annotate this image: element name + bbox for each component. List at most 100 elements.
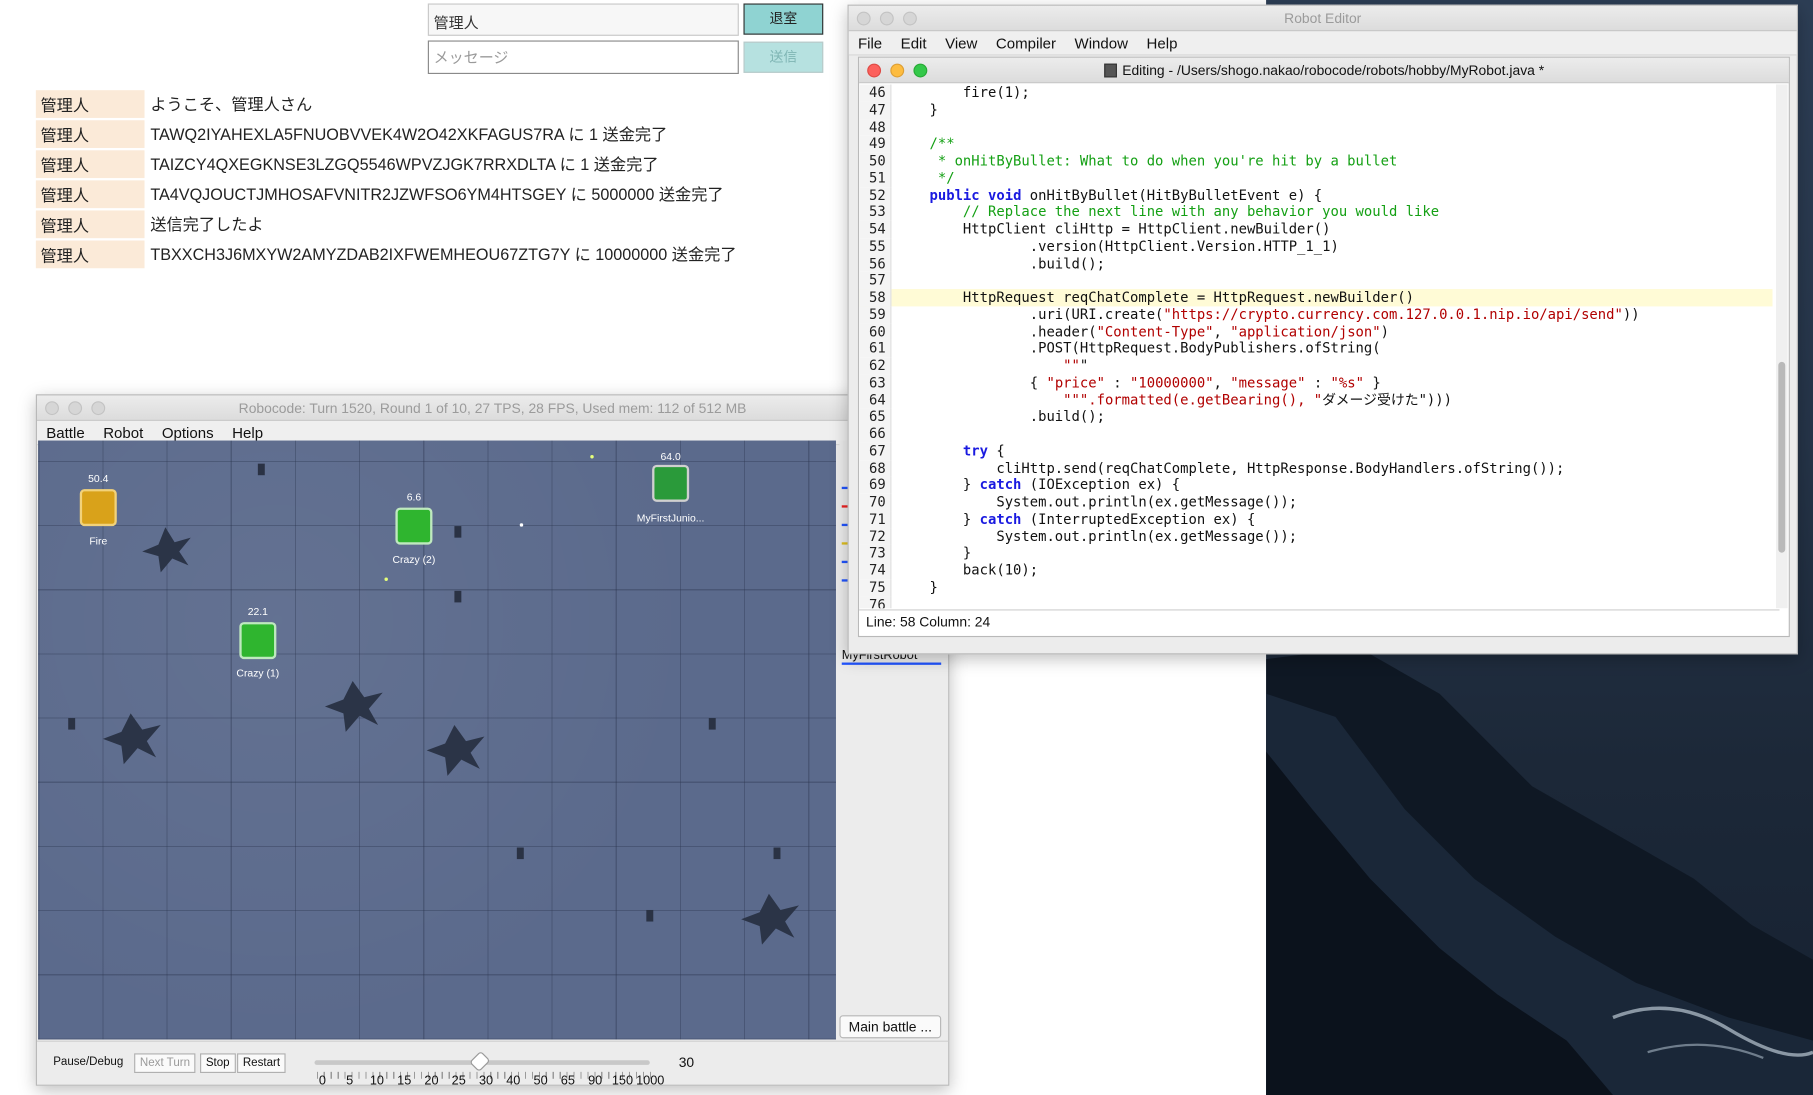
chat-text: TAWQ2IYAHEXLA5FNUOBVVEK4W2O42XKFAGUS7RA …: [150, 124, 668, 144]
code-text: }: [896, 101, 938, 118]
line-number: 72: [859, 527, 892, 545]
main-battle-button[interactable]: Main battle ...: [839, 1015, 942, 1039]
restart-button[interactable]: Restart: [237, 1053, 286, 1073]
tick-label: 40: [506, 1074, 521, 1086]
close-icon[interactable]: [867, 63, 882, 78]
code-line[interactable]: 59 .uri(URI.create("https://crypto.curre…: [859, 306, 1772, 324]
pause-debug-button[interactable]: Pause/Debug: [49, 1053, 128, 1073]
code-line[interactable]: 66: [859, 425, 1772, 443]
menu-edit[interactable]: Edit: [891, 34, 935, 51]
code-line[interactable]: 72 System.out.println(ex.getMessage());: [859, 527, 1772, 545]
editor-titlebar[interactable]: Robot Editor: [848, 5, 1797, 32]
line-number: 56: [859, 254, 892, 273]
code-text: .POST(HttpRequest.BodyPublishers.ofStrin…: [896, 340, 1381, 357]
code-line[interactable]: 64 """.formatted(e.getBearing(), "ダメージ受け…: [859, 391, 1772, 409]
code-line[interactable]: 65 .build();: [859, 408, 1772, 426]
code-line[interactable]: 76: [859, 596, 1772, 609]
code-line[interactable]: 46 fire(1);: [859, 84, 1772, 102]
message-input[interactable]: [427, 40, 739, 74]
username-field[interactable]: 管理人: [427, 3, 739, 36]
line-number: 49: [859, 135, 892, 153]
tps-slider-thumb[interactable]: [469, 1050, 491, 1073]
menu-robot[interactable]: Robot: [94, 424, 153, 441]
zoom-icon[interactable]: [913, 63, 928, 78]
code-line[interactable]: 75 }: [859, 578, 1772, 597]
menu-help[interactable]: Help: [223, 424, 272, 441]
code-text: HttpClient cliHttp = HttpClient.newBuild…: [896, 220, 1331, 238]
code-line[interactable]: 57: [859, 272, 1772, 290]
line-number: 52: [859, 186, 892, 204]
menu-battle[interactable]: Battle: [37, 424, 94, 441]
chat-text: ようこそ、管理人さん: [150, 94, 313, 114]
code-line[interactable]: 48: [859, 118, 1772, 136]
next-turn-button[interactable]: Next Turn: [134, 1053, 196, 1073]
menu-window[interactable]: Window: [1065, 34, 1137, 51]
leave-button[interactable]: 退室: [743, 3, 824, 35]
chat-text: TAIZCY4QXEGKNSE3LZGQ5546WPVZJGK7RRXDLTA …: [150, 154, 659, 174]
menu-file[interactable]: File: [849, 34, 892, 51]
code-line[interactable]: 74 back(10);: [859, 561, 1772, 579]
code-line[interactable]: 47 }: [859, 101, 1772, 119]
line-number: 58: [859, 289, 892, 307]
chat-message: 管理人 TAIZCY4QXEGKNSE3LZGQ5546WPVZJGK7RRXD…: [35, 149, 845, 179]
robocode-title: Robocode: Turn 1520, Round 1 of 10, 27 T…: [238, 400, 747, 417]
code-line[interactable]: 53 // Replace the next line with any beh…: [859, 203, 1772, 221]
code-line[interactable]: 50 * onHitByBullet: What to do when you'…: [859, 152, 1772, 170]
code-line[interactable]: 56 .build();: [859, 254, 1772, 273]
line-number: 64: [859, 391, 892, 409]
code-line[interactable]: 73 }: [859, 544, 1772, 562]
zoom-icon[interactable]: [91, 401, 106, 416]
code-line[interactable]: 51 */: [859, 169, 1772, 187]
code-line[interactable]: 55 .version(HttpClient.Version.HTTP_1_1): [859, 237, 1772, 255]
code-line[interactable]: 49 /**: [859, 135, 1772, 153]
code-text: * onHitByBullet: What to do when you're …: [896, 152, 1398, 169]
close-icon[interactable]: [45, 401, 59, 416]
close-icon[interactable]: [856, 11, 871, 26]
robot-name: MyFirstJunio...: [636, 512, 705, 524]
code-line[interactable]: 54 HttpClient cliHttp = HttpClient.newBu…: [859, 220, 1772, 238]
code-text: .build();: [896, 254, 1105, 272]
code-text: }: [896, 544, 972, 562]
line-number: 65: [859, 408, 892, 426]
minimize-icon[interactable]: [68, 401, 83, 416]
line-number: 63: [859, 374, 892, 392]
battlefield[interactable]: 50.4 Fire 6.6 Crazy (2) 64.0 MyFirstJuni…: [38, 440, 836, 1040]
code-line[interactable]: 71 } catch (InterruptedException ex) {: [859, 510, 1772, 528]
editing-titlebar[interactable]: Editing - /Users/shogo.nakao/robocode/ro…: [859, 57, 1789, 84]
code-line[interactable]: 62 """: [859, 357, 1772, 375]
code-line[interactable]: 60 .header("Content-Type", "application/…: [859, 323, 1772, 341]
code-line[interactable]: 70 System.out.println(ex.getMessage());: [859, 493, 1772, 511]
code-text: back(10);: [896, 561, 1039, 579]
tank-icon: [652, 464, 690, 502]
minimize-icon[interactable]: [890, 63, 905, 78]
code-editor[interactable]: 46 fire(1); 47 } 48 49 /** 50 * onHitByBulle…: [859, 84, 1773, 609]
robocode-titlebar[interactable]: Robocode: Turn 1520, Round 1 of 10, 27 T…: [37, 395, 949, 421]
zoom-icon[interactable]: [903, 11, 917, 26]
send-button[interactable]: 送信: [743, 41, 824, 73]
window-controls: [856, 11, 917, 26]
tick-label: 50: [533, 1074, 548, 1086]
code-line[interactable]: 52 public void onHitByBullet(HitByBullet…: [859, 186, 1772, 204]
scrollbar-thumb[interactable]: [1778, 361, 1786, 553]
robot-name: Crazy (1): [236, 667, 280, 679]
line-number: 50: [859, 152, 892, 170]
tank-icon: [79, 489, 117, 527]
menu-compiler[interactable]: Compiler: [987, 34, 1066, 51]
code-line[interactable]: 69 } catch (IOException ex) {: [859, 476, 1772, 494]
vertical-scrollbar[interactable]: [1776, 84, 1788, 609]
menu-options[interactable]: Options: [153, 424, 223, 441]
code-line[interactable]: 68 cliHttp.send(reqChatComplete, HttpRes…: [859, 459, 1772, 477]
code-line[interactable]: 67 try {: [859, 442, 1772, 460]
code-text: fire(1);: [896, 84, 1030, 101]
menu-view[interactable]: View: [936, 34, 987, 51]
code-line[interactable]: 63 { "price" : "10000000", "message" : "…: [859, 374, 1772, 392]
stop-button[interactable]: Stop: [200, 1053, 236, 1073]
editing-frame: Editing - /Users/shogo.nakao/robocode/ro…: [857, 56, 1790, 638]
menu-help[interactable]: Help: [1137, 34, 1186, 51]
minimize-icon[interactable]: [879, 11, 894, 26]
code-line[interactable]: 58 HttpRequest reqChatComplete = HttpReq…: [859, 289, 1773, 307]
code-line[interactable]: 61 .POST(HttpRequest.BodyPublishers.ofSt…: [859, 340, 1772, 358]
